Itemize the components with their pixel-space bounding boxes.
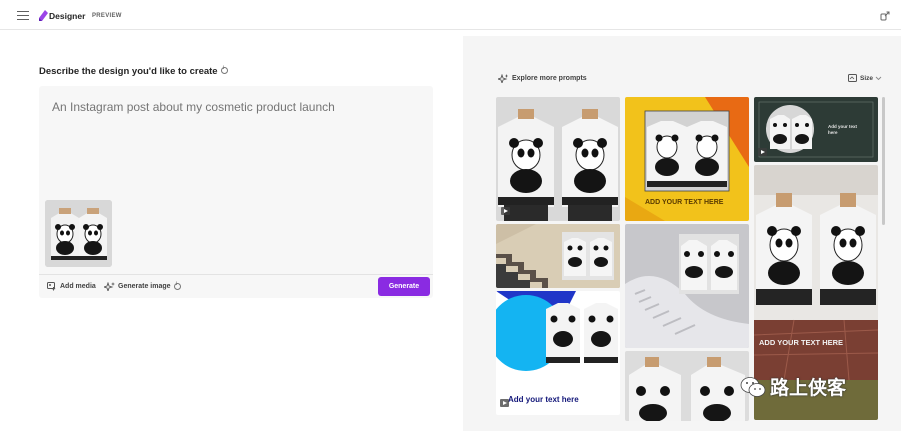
- template-card[interactable]: Add your text here: [496, 291, 620, 415]
- prompt-title-text: Describe the design you'd like to create: [39, 66, 218, 77]
- add-media-label: Add media: [60, 283, 96, 290]
- uploaded-media-thumbnail[interactable]: [45, 200, 112, 267]
- preview-badge: PREVIEW: [92, 13, 122, 19]
- prompt-divider: [39, 274, 433, 275]
- generate-image-button[interactable]: Generate image: [104, 282, 181, 291]
- card-caption: Add your text here: [508, 395, 579, 404]
- size-icon: [848, 74, 857, 82]
- app-title[interactable]: Designer: [49, 11, 85, 21]
- template-card[interactable]: [625, 224, 749, 348]
- watermark-text: 路上侠客: [770, 377, 847, 399]
- template-card[interactable]: [496, 224, 620, 288]
- panda-jackets-bottom-image: [625, 351, 749, 421]
- template-card[interactable]: ADD YOUR TEXT HERE: [625, 97, 749, 221]
- prompt-title: Describe the design you'd like to create: [39, 66, 228, 77]
- prompt-input[interactable]: [52, 100, 412, 114]
- video-badge-icon: [500, 399, 509, 407]
- sparkle-icon: [104, 282, 115, 291]
- prompt-box: Add media Generate image Generate: [39, 86, 433, 298]
- chevron-down-icon: [875, 76, 882, 80]
- watermark: 路上侠客: [740, 373, 846, 400]
- panda-jackets-spiral-image: [625, 224, 749, 348]
- size-dropdown[interactable]: Size: [848, 74, 885, 82]
- template-card[interactable]: [625, 351, 749, 421]
- share-icon[interactable]: [880, 10, 891, 21]
- card-caption: Add your text here: [828, 124, 858, 135]
- info-icon[interactable]: [220, 66, 228, 74]
- size-label: Size: [860, 74, 874, 82]
- top-bar: Designer PREVIEW: [0, 0, 901, 30]
- card-caption: ADD YOUR TEXT HERE: [759, 338, 844, 347]
- wechat-logo-icon: [740, 376, 766, 397]
- video-badge-icon: [758, 148, 767, 156]
- generate-image-info-icon[interactable]: [173, 282, 181, 290]
- gallery-scrollbar[interactable]: [882, 97, 885, 225]
- card-caption: ADD YOUR TEXT HERE: [645, 199, 724, 206]
- add-media-button[interactable]: Add media: [47, 282, 96, 291]
- designer-logo-icon: [39, 10, 48, 21]
- template-card[interactable]: Add your text here: [754, 97, 878, 162]
- designer-app: Designer PREVIEW Describe the design you…: [0, 0, 901, 431]
- explore-prompts-header[interactable]: Explore more prompts: [498, 74, 587, 83]
- add-media-icon: [47, 282, 56, 291]
- template-card[interactable]: [496, 97, 620, 221]
- explore-prompts-label: Explore more prompts: [512, 75, 587, 82]
- generate-button[interactable]: Generate: [378, 277, 430, 296]
- generate-image-label: Generate image: [118, 283, 171, 290]
- sparkle-icon: [498, 74, 508, 83]
- panda-jackets-stairs-image: [496, 224, 620, 288]
- panda-jackets-image: [496, 97, 620, 221]
- video-badge-icon: [501, 207, 510, 215]
- hamburger-menu-icon[interactable]: [17, 11, 29, 20]
